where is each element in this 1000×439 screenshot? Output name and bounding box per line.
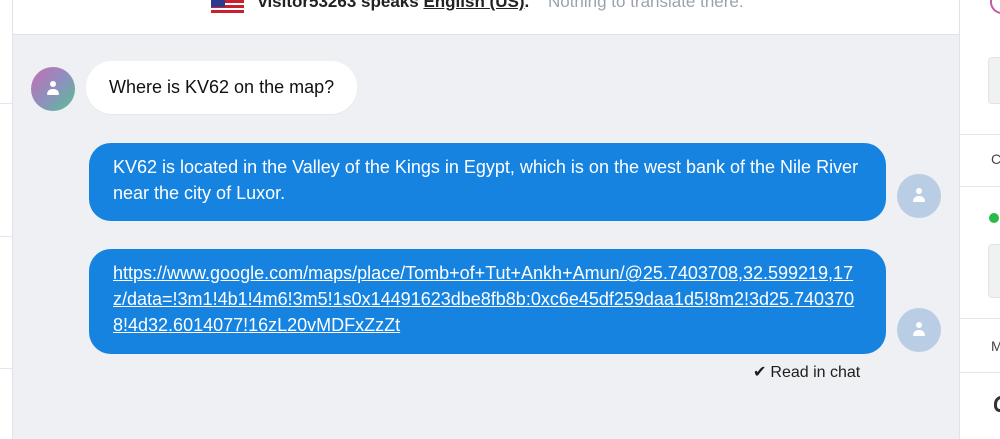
right-panel-edge: C M [959, 0, 1000, 439]
right-panel-box[interactable] [988, 57, 1000, 104]
speaks-text: speaks [361, 0, 419, 11]
right-panel-divider [960, 134, 1000, 135]
visitor-message: Where is KV62 on the map? [86, 61, 358, 114]
right-panel-divider [960, 372, 1000, 373]
right-panel-divider [960, 186, 1000, 187]
left-panel-divider [0, 103, 12, 104]
right-panel-heading-c: C [991, 151, 1000, 167]
translation-bar: visitor53263 speaks English (US). Nothin… [13, 0, 959, 35]
period: . [524, 0, 530, 11]
translation-status: visitor53263 speaks English (US). Nothin… [258, 0, 744, 12]
right-panel-box[interactable] [988, 244, 1000, 298]
profile-circle-icon[interactable] [990, 0, 1000, 14]
read-receipt: ✔ Read in chat [753, 362, 860, 382]
read-receipt-label: Read in chat [770, 364, 861, 381]
checkmark-icon: ✔ [753, 364, 767, 381]
left-panel-divider [0, 236, 12, 237]
agent-avatar [897, 308, 941, 352]
location-icon[interactable] [994, 396, 1000, 412]
agent-message-link: https://www.google.com/maps/place/Tomb+o… [89, 249, 886, 354]
left-panel-edge [0, 0, 13, 439]
online-status-dot [989, 213, 999, 223]
person-icon [45, 81, 61, 97]
google-maps-link[interactable]: https://www.google.com/maps/place/Tomb+o… [113, 260, 858, 338]
person-icon [911, 322, 927, 338]
left-panel-divider [0, 368, 12, 369]
translation-note: Nothing to translate there. [547, 0, 744, 11]
agent-message: KV62 is located in the Valley of the Kin… [89, 143, 886, 221]
right-panel-heading-m: M [991, 338, 1000, 354]
right-panel-divider [960, 318, 1000, 319]
agent-avatar [897, 174, 941, 218]
visitor-avatar [31, 67, 75, 111]
us-flag-icon [211, 0, 244, 13]
language-link[interactable]: English (US) [423, 0, 524, 11]
person-icon [911, 188, 927, 204]
visitor-name: visitor53263 [258, 0, 357, 11]
